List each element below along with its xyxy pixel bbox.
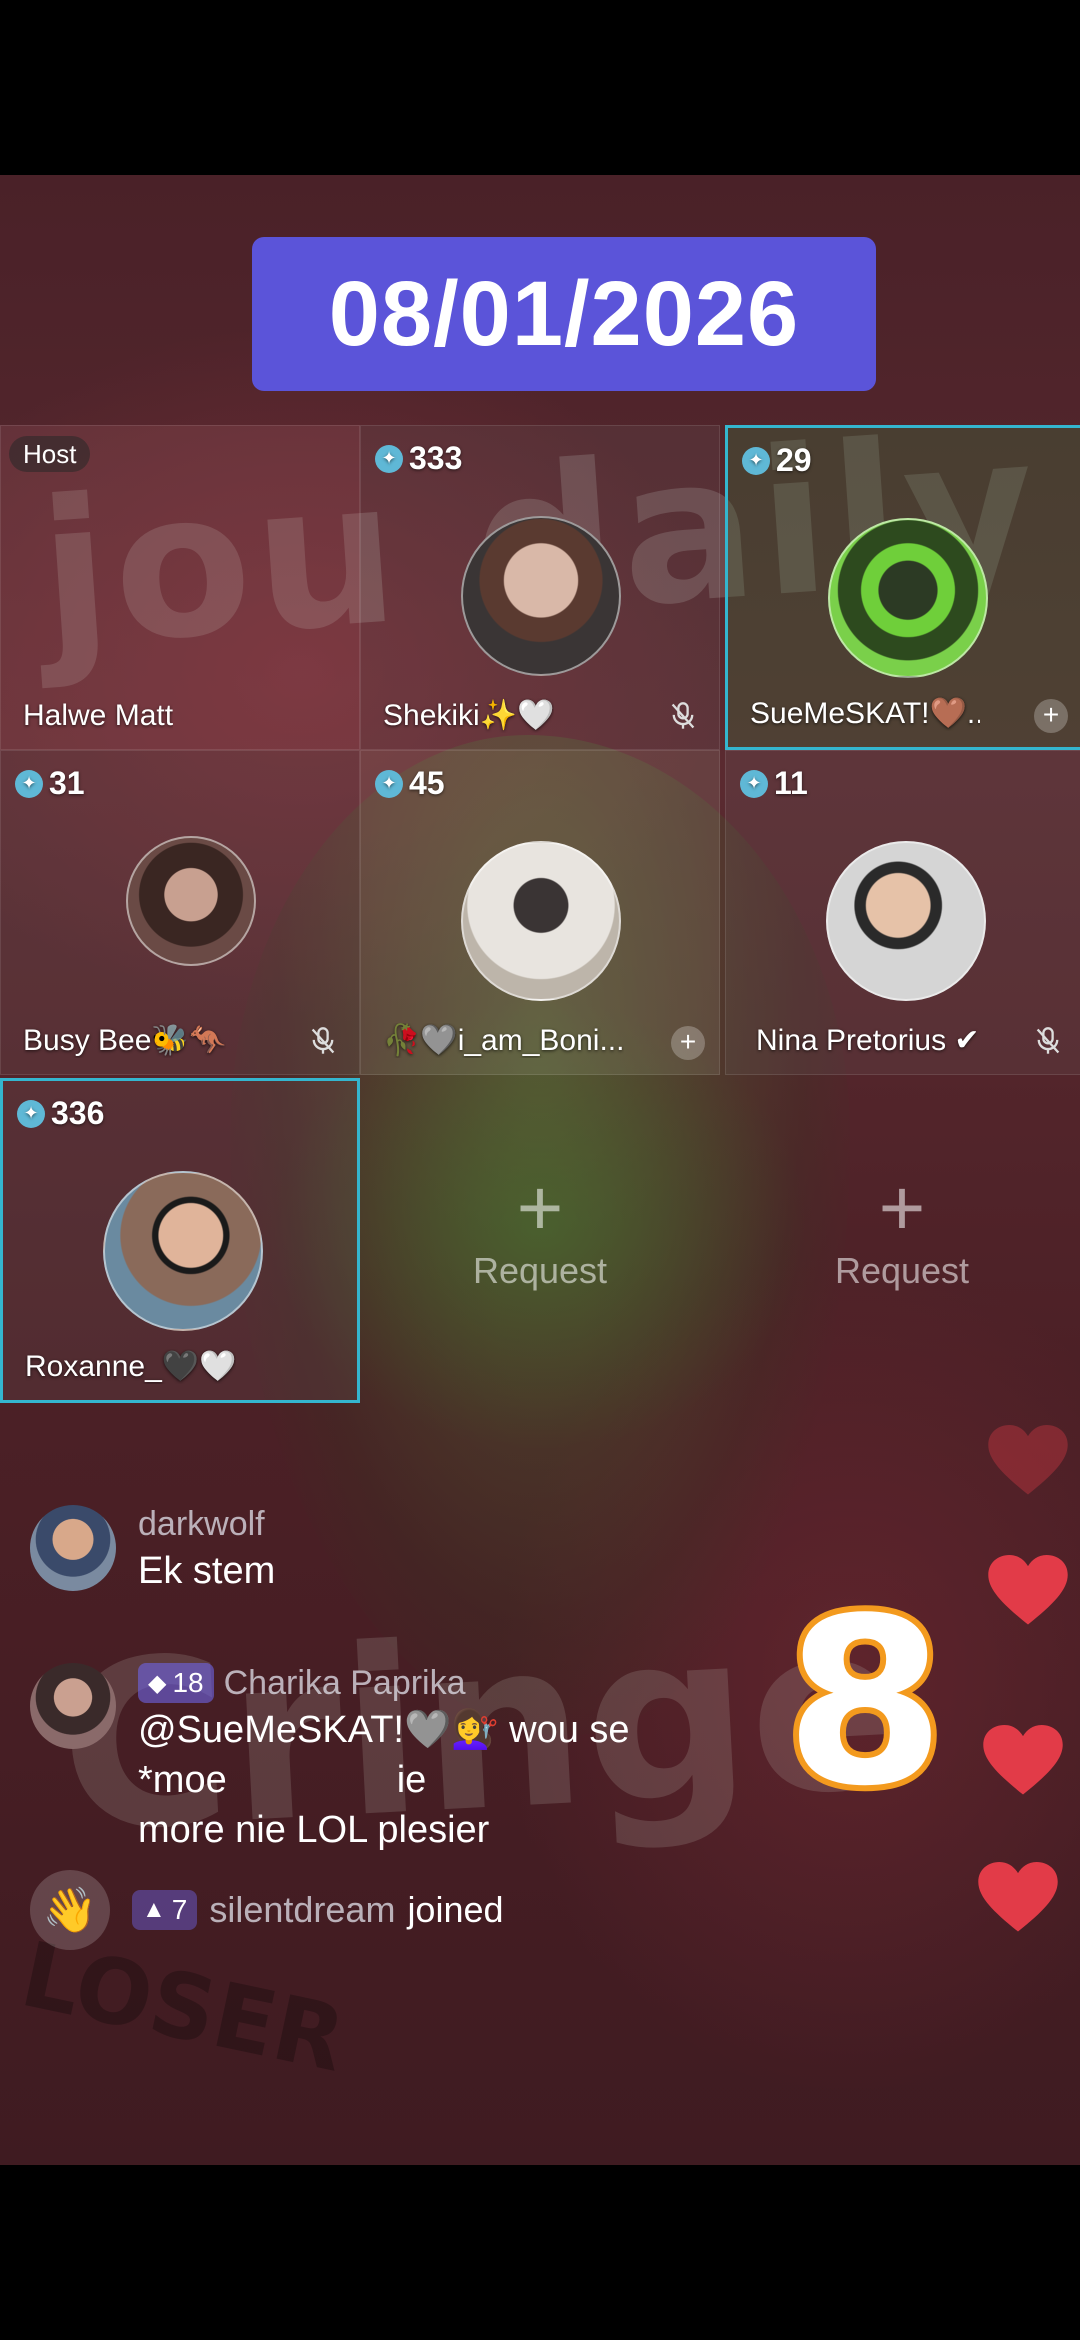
host-badge: Host	[9, 436, 91, 472]
request-slot[interactable]: + Request	[360, 1078, 720, 1403]
guest-name: Roxanne_🖤🤍	[25, 1350, 237, 1383]
guest-name: 🥀🩶i_am_Boni...	[383, 1024, 625, 1057]
gem-icon: ✦	[375, 769, 403, 798]
guest-name: Shekiki✨🤍	[383, 699, 555, 732]
guest-avatar	[828, 518, 988, 678]
add-icon[interactable]: +	[1034, 699, 1068, 733]
gem-icon: ✦	[742, 446, 770, 475]
request-label: Request	[834, 1250, 970, 1291]
guest-tile[interactable]: ✦ 45 🥀🩶i_am_Boni... +	[360, 750, 720, 1075]
join-action: joined	[407, 1889, 504, 1930]
guest-tile[interactable]: ✦ 31 Busy Bee🐝🦘	[0, 750, 360, 1075]
top-black-bar	[0, 0, 1080, 175]
guest-score: ✦ 336	[17, 1095, 104, 1132]
gem-icon: ✦	[17, 1099, 45, 1128]
guest-score: ✦ 11	[740, 765, 808, 802]
add-icon[interactable]: +	[671, 1026, 705, 1060]
counter-overlay: 8	[779, 1564, 951, 1843]
chat-join-message: 👋 ▲ 7 silentdream joined	[30, 1870, 504, 1950]
request-slot[interactable]: + Request	[722, 1078, 1080, 1403]
guest-avatar	[126, 836, 256, 966]
guest-avatar	[461, 516, 621, 676]
date-overlay: 08/01/2026	[252, 237, 876, 391]
guest-tile-host[interactable]: Host Halwe Matt	[0, 425, 360, 750]
guest-avatar	[826, 841, 986, 1001]
level-badge: ◆ 18	[138, 1663, 214, 1703]
chat-username[interactable]: Charika Paprika	[224, 1664, 466, 1703]
guest-score: ✦ 45	[375, 765, 445, 802]
diamond-icon: ◆	[148, 1669, 167, 1697]
guest-tile[interactable]: ✦ 333 Shekiki✨🤍	[360, 425, 720, 750]
guest-tile-speaking[interactable]: ✦ 336 Roxanne_🖤🤍	[0, 1078, 360, 1403]
plus-icon: +	[516, 1163, 564, 1252]
gem-icon: ✦	[15, 769, 43, 798]
guest-tile-speaking[interactable]: ✦ 29 SueMeSKAT!🤎... +	[725, 425, 1080, 750]
guest-score: ✦ 333	[375, 440, 462, 477]
mic-off-icon	[311, 1027, 335, 1054]
user-avatar[interactable]	[30, 1505, 116, 1591]
triangle-icon: ▲	[142, 1896, 166, 1923]
heart-icon	[988, 1555, 1068, 1625]
gem-icon: ✦	[375, 444, 403, 473]
chat-username[interactable]: darkwolf	[138, 1505, 275, 1544]
user-avatar[interactable]	[30, 1663, 116, 1749]
guest-name: Nina Pretorius ✔	[756, 1024, 980, 1057]
guest-tile[interactable]: ✦ 11 Nina Pretorius ✔	[725, 750, 1080, 1075]
level-badge: ▲ 7	[132, 1890, 198, 1930]
heart-icon	[983, 1725, 1063, 1795]
chat-message[interactable]: ◆ 18 Charika Paprika @SueMeSKAT!🩶💇‍♀️ wou…	[30, 1663, 910, 1855]
guest-avatar	[103, 1171, 263, 1331]
request-label: Request	[472, 1250, 608, 1291]
chat-text: Ek stem	[138, 1550, 276, 1592]
heart-icon	[988, 1425, 1068, 1495]
chat-message[interactable]: darkwolf Ek stem	[30, 1505, 275, 1596]
guest-name: SueMeSKAT!🤎...	[750, 697, 980, 730]
gem-icon: ✦	[740, 769, 768, 798]
wave-icon: 👋	[30, 1870, 110, 1950]
guest-name: Halwe Matt	[23, 699, 174, 732]
bottom-black-bar	[0, 2165, 1080, 2340]
mic-off-icon	[671, 702, 695, 729]
guest-score: ✦ 31	[15, 765, 85, 802]
guest-score: ✦ 29	[742, 442, 812, 479]
guest-avatar	[461, 841, 621, 1001]
mic-off-icon	[1036, 1027, 1060, 1054]
chat-username[interactable]: silentdream	[209, 1889, 395, 1931]
plus-icon: +	[878, 1163, 926, 1252]
heart-icon	[978, 1862, 1058, 1932]
guest-name: Busy Bee🐝🦘	[23, 1024, 227, 1057]
